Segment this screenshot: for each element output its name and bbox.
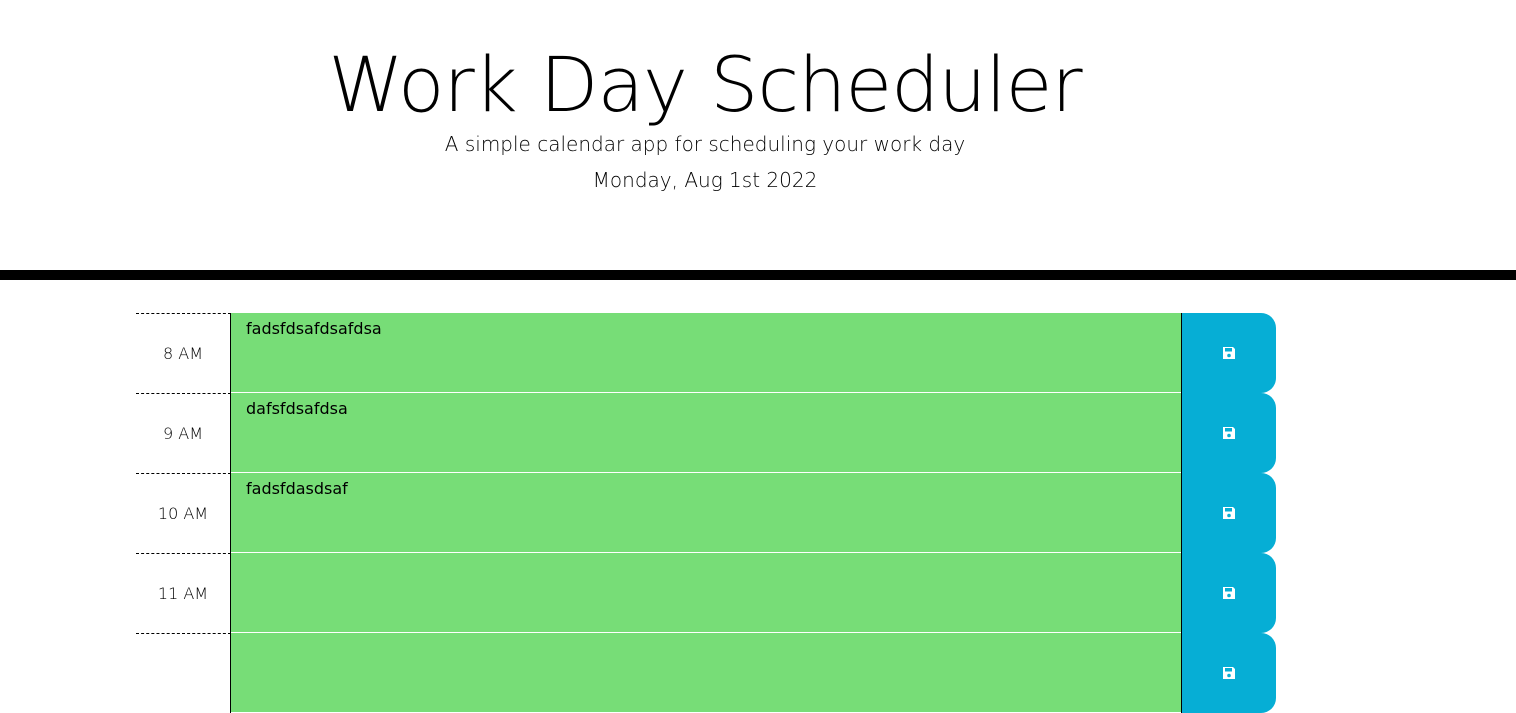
hour-label: 10 AM: [136, 473, 231, 553]
save-icon: [1223, 347, 1235, 359]
save-icon: [1223, 667, 1235, 679]
time-block-10am: 10 AM fadsfdasdsaf: [136, 473, 1276, 553]
save-button[interactable]: [1181, 313, 1276, 393]
header-divider: [0, 270, 1516, 280]
event-description-input[interactable]: [231, 633, 1181, 713]
schedule-container: 8 AM fadsfdsafdsafdsa 9 AM dafsfdsafdsa …: [136, 313, 1276, 713]
time-block-11am: 11 AM: [136, 553, 1276, 633]
save-icon: [1223, 427, 1235, 439]
time-block-12pm: [136, 633, 1276, 713]
save-button[interactable]: [1181, 633, 1276, 713]
hour-label: 9 AM: [136, 393, 231, 473]
save-button[interactable]: [1181, 553, 1276, 633]
hour-label: [136, 633, 231, 713]
save-button[interactable]: [1181, 473, 1276, 553]
current-day: Monday, Aug 1st 2022: [592, 168, 818, 192]
save-icon: [1223, 587, 1235, 599]
event-description-input[interactable]: fadsfdsafdsafdsa: [231, 313, 1181, 393]
save-button[interactable]: [1181, 393, 1276, 473]
hour-label: 11 AM: [136, 553, 231, 633]
event-description-input[interactable]: dafsfdsafdsa: [231, 393, 1181, 473]
event-description-input[interactable]: fadsfdasdsaf: [231, 473, 1181, 553]
hour-label: 8 AM: [136, 313, 231, 393]
save-icon: [1223, 507, 1235, 519]
page-subtitle: A simple calendar app for scheduling you…: [444, 132, 966, 156]
time-block-8am: 8 AM fadsfdsafdsafdsa: [136, 313, 1276, 393]
page-title: Work Day Scheduler: [328, 40, 1082, 129]
event-description-input[interactable]: [231, 553, 1181, 633]
time-block-9am: 9 AM dafsfdsafdsa: [136, 393, 1276, 473]
page-header: Work Day Scheduler A simple calendar app…: [0, 0, 1516, 270]
